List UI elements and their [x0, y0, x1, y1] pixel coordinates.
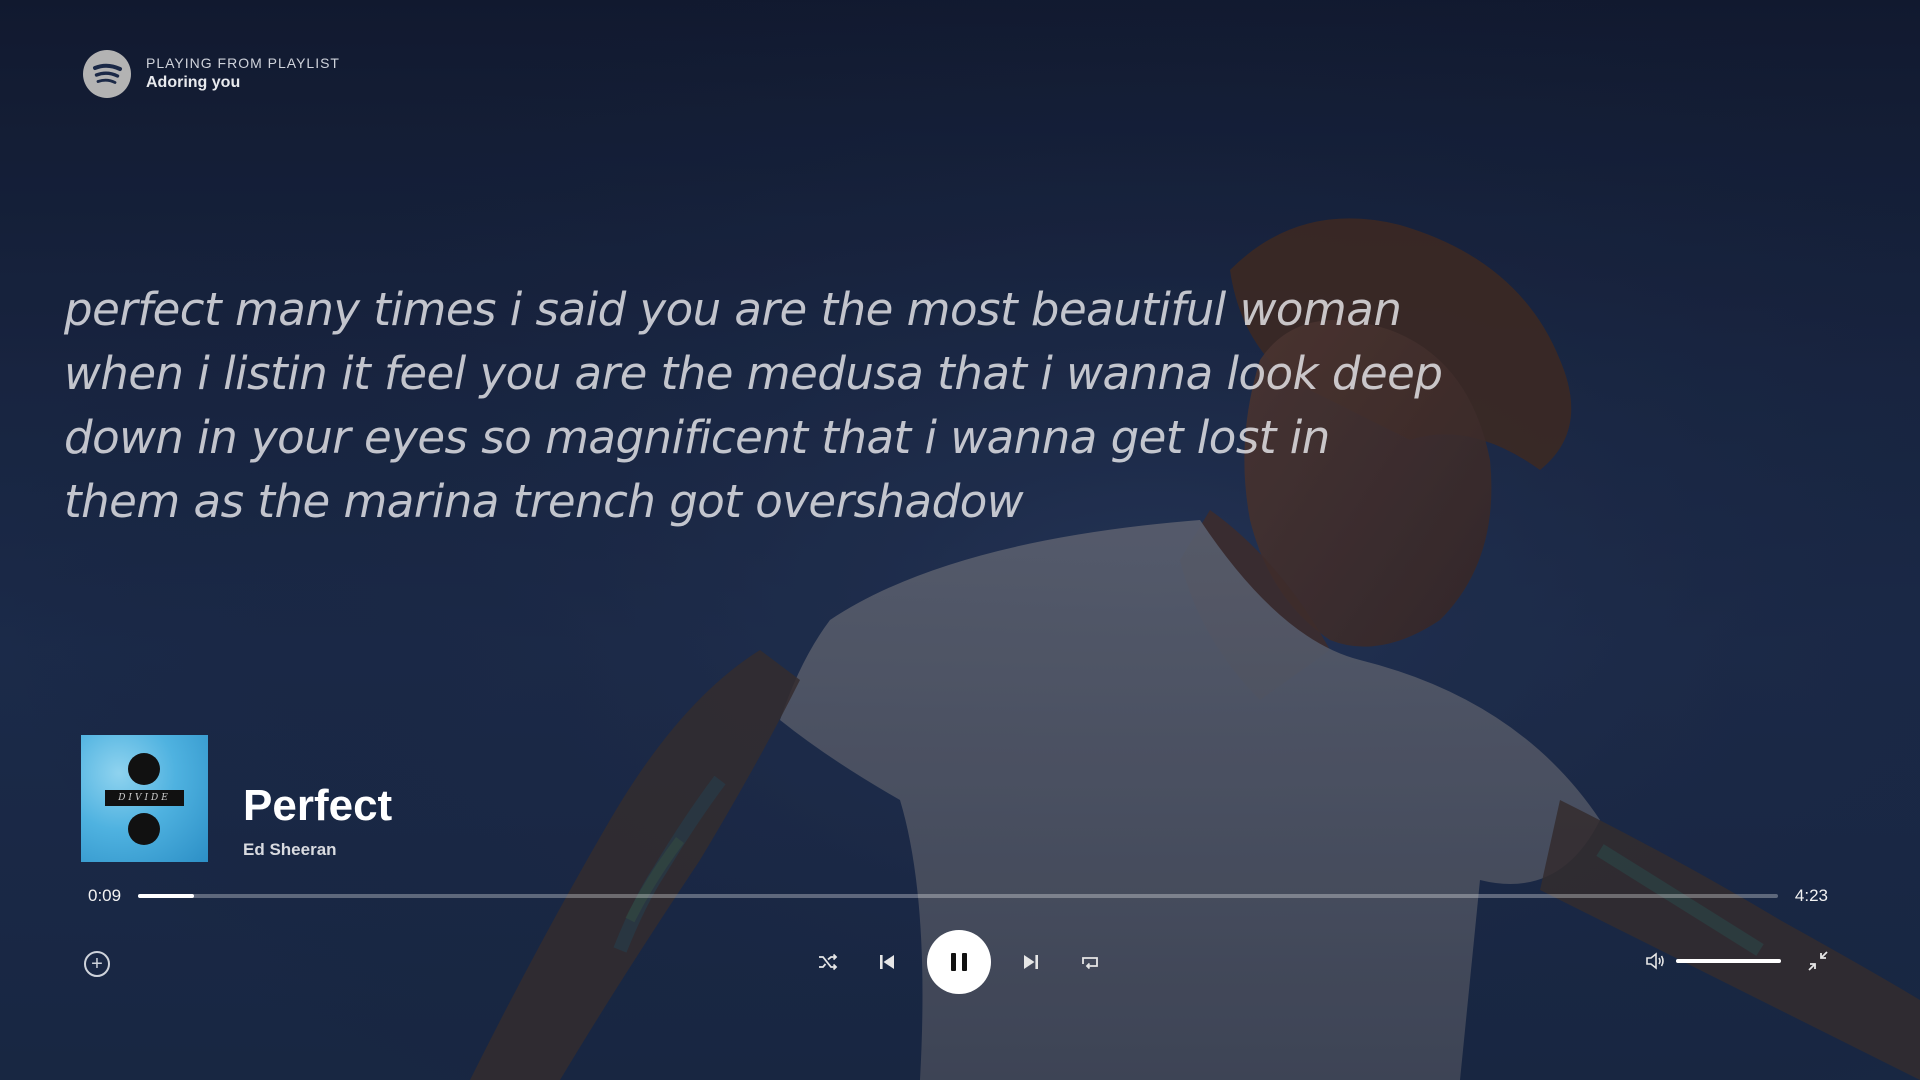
playlist-name-link[interactable]: Adoring you	[146, 72, 340, 94]
lyrics-line: perfect many times i said you are the mo…	[64, 283, 1402, 336]
playing-from-label: PLAYING FROM PLAYLIST	[146, 55, 340, 71]
exit-fullscreen-icon	[1808, 951, 1828, 971]
album-cover[interactable]: DIVIDE	[81, 735, 208, 862]
shuffle-icon	[819, 953, 838, 971]
volume-slider-fill	[1676, 959, 1781, 963]
duration-time: 4:23	[1794, 886, 1828, 905]
background-artist-photo	[0, 0, 1920, 1080]
track-artist[interactable]: Ed Sheeran	[243, 838, 392, 862]
album-cover-title: DIVIDE	[105, 790, 184, 806]
track-title[interactable]: Perfect	[243, 780, 392, 832]
lyrics-line: when i listin it feel you are the medusa…	[64, 347, 1443, 400]
playlist-context-header[interactable]: PLAYING FROM PLAYLIST Adoring you	[83, 50, 340, 98]
pause-icon	[951, 953, 967, 971]
repeat-button[interactable]	[1076, 948, 1104, 976]
skip-previous-icon	[880, 955, 894, 969]
shuffle-button[interactable]	[814, 948, 842, 976]
lyrics-line: them as the marina trench got overshadow	[64, 475, 1024, 528]
lyrics-panel: perfect many times i said you are the mo…	[64, 278, 1544, 534]
lyrics-line: down in your eyes so magnificent that i …	[64, 411, 1330, 464]
exit-fullscreen-button[interactable]	[1805, 948, 1831, 974]
volume-icon[interactable]	[1644, 950, 1666, 972]
volume-slider[interactable]	[1676, 959, 1781, 963]
volume-control	[1644, 950, 1781, 972]
spotify-logo-icon	[83, 50, 131, 98]
previous-button[interactable]	[873, 948, 901, 976]
progress-bar[interactable]	[138, 894, 1778, 898]
repeat-icon	[1082, 957, 1098, 970]
next-button[interactable]	[1017, 948, 1045, 976]
background-dim-overlay	[0, 0, 1920, 1080]
skip-next-icon	[1024, 955, 1038, 969]
elapsed-time: 0:09	[88, 886, 122, 905]
album-cover-dot	[128, 753, 160, 785]
pause-button[interactable]	[927, 930, 991, 994]
now-playing-info: DIVIDE Perfect Ed Sheeran	[81, 735, 392, 862]
progress-bar-fill	[138, 894, 194, 898]
playback-progress: 0:09 4:23	[88, 884, 1828, 908]
album-cover-dot	[128, 813, 160, 845]
transport-controls	[0, 930, 1920, 994]
fullscreen-player: PLAYING FROM PLAYLIST Adoring you perfec…	[0, 0, 1920, 1080]
